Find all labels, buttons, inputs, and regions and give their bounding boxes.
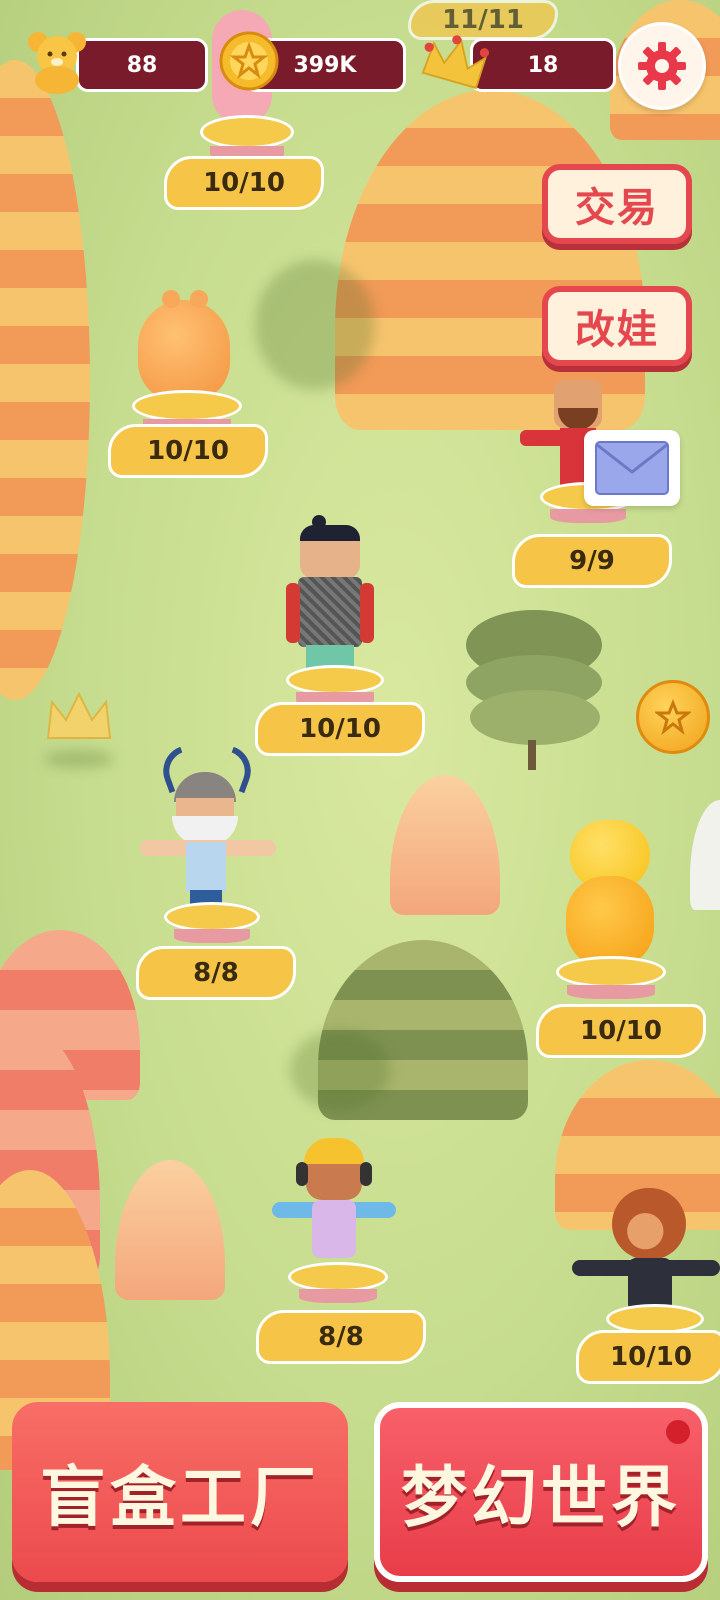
customize-label: 改娃 xyxy=(575,307,659,353)
bears-value: 88 xyxy=(126,52,158,78)
pedestal xyxy=(164,902,260,943)
character-arm xyxy=(286,583,300,643)
progress-badge-bearded-man: 9/9 xyxy=(512,534,672,588)
progress-badge-bunny-pink: 10/10 xyxy=(164,156,324,210)
progress-badge-bear-orange: 10/10 xyxy=(108,424,268,478)
bear-ear xyxy=(162,290,180,308)
pedestal xyxy=(556,956,666,999)
hill-center-big xyxy=(335,90,645,430)
crown-shadow xyxy=(44,750,114,768)
envelope-icon xyxy=(595,441,669,495)
pedestal xyxy=(132,390,242,433)
bear-ear xyxy=(190,290,208,308)
green-hill-shadow xyxy=(290,1030,390,1110)
coins-value: 399K xyxy=(293,52,357,78)
notification-dot xyxy=(666,1420,690,1444)
character-hair xyxy=(300,525,360,541)
character-armor xyxy=(298,577,362,647)
hill-shadow xyxy=(255,260,375,390)
hill-left-tall xyxy=(0,60,90,700)
bears-counter: 88 xyxy=(76,38,208,92)
coin-icon[interactable] xyxy=(636,680,710,754)
gear-icon xyxy=(638,42,686,90)
crowns-counter: 18 xyxy=(470,38,616,92)
crown-icon[interactable] xyxy=(44,690,114,746)
pedestal xyxy=(288,1262,388,1303)
character-head xyxy=(306,1164,362,1200)
progress-badge-cat-yellow: 10/10 xyxy=(536,1004,706,1058)
progress-badge-armored-warrior: 10/10 xyxy=(255,702,425,756)
dream-world-label: 梦幻世界 xyxy=(401,1459,681,1536)
character-head xyxy=(612,1188,686,1260)
trade-label: 交易 xyxy=(575,185,659,231)
coin-icon xyxy=(214,26,284,96)
peach-bump-2 xyxy=(115,1160,225,1300)
pedestal xyxy=(286,665,384,706)
headphones-icon-right xyxy=(360,1162,372,1186)
progress-badge-monkey: 10/10 xyxy=(576,1330,720,1384)
progress-badge-viking: 8/8 xyxy=(136,946,296,1000)
crowns-value: 18 xyxy=(527,52,559,78)
tree-trunk xyxy=(528,740,536,770)
progress-badge-headphone-kid: 8/8 xyxy=(256,1310,426,1364)
character-body xyxy=(186,842,226,892)
character-body xyxy=(566,876,654,968)
character-body xyxy=(312,1200,356,1258)
character-body xyxy=(138,300,230,402)
dream-world-button[interactable]: 梦幻世界 xyxy=(374,1402,708,1582)
character-arm xyxy=(360,583,374,643)
peach-bump-1 xyxy=(390,775,500,915)
blind-box-factory-label: 盲盒工厂 xyxy=(40,1459,320,1536)
teddy-bear-icon xyxy=(22,26,92,96)
settings-button[interactable] xyxy=(618,22,706,110)
crown-icon xyxy=(420,26,490,96)
customize-button[interactable]: 改娃 xyxy=(542,286,692,366)
blind-box-factory-button[interactable]: 盲盒工厂 xyxy=(12,1402,348,1582)
white-bump xyxy=(690,800,720,910)
tree-bottom xyxy=(470,690,600,745)
pedestal xyxy=(200,115,294,160)
mail-button[interactable] xyxy=(584,430,680,506)
headphones-icon xyxy=(296,1162,308,1186)
trade-button[interactable]: 交易 xyxy=(542,164,692,244)
